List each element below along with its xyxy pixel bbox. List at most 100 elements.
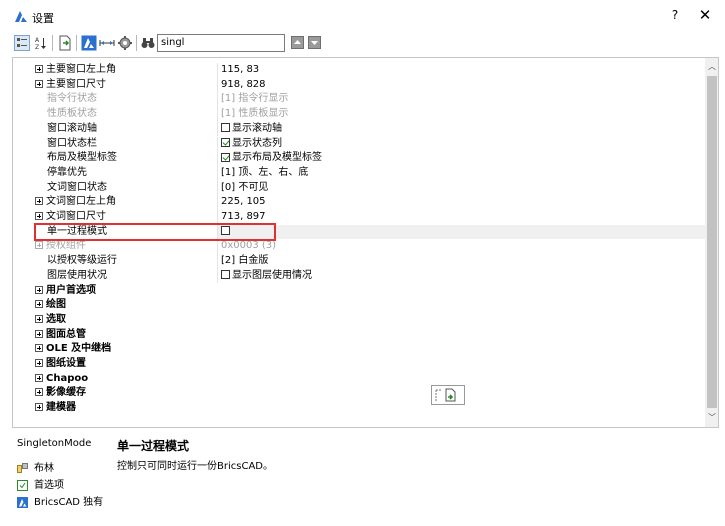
setting-row[interactable]: 指令行状态 [1] 指令行显示 [13, 92, 705, 108]
setting-value-cell[interactable]: [0] 不可见 [219, 181, 705, 196]
setting-value-cell[interactable]: [2] 白金版 [219, 254, 705, 269]
expand-plus-icon[interactable] [35, 197, 43, 206]
setting-name-label: 文词窗口状态 [47, 181, 107, 193]
expand-plus-icon[interactable] [35, 403, 43, 412]
boolean-type-icon [17, 462, 28, 473]
setting-category-row[interactable]: 图面总管 [13, 328, 705, 343]
setting-row[interactable]: 布局及模型标签 显示布局及模型标签 [13, 151, 705, 166]
setting-name-label: 窗口滚动轴 [47, 122, 97, 134]
setting-category-row[interactable]: 影像缓存 [13, 386, 705, 401]
setting-name-cell: 主要窗口尺寸 [13, 77, 218, 93]
setting-name-label: 窗口状态栏 [47, 137, 97, 149]
scroll-up-icon[interactable]: ︿ [705, 60, 718, 74]
setting-value-cell[interactable]: 显示滚动轴 [219, 122, 705, 137]
setting-category-row[interactable]: 建模器 [13, 401, 705, 416]
setting-checkbox[interactable] [221, 138, 230, 147]
setting-name-label: 文词窗口左上角 [46, 196, 116, 208]
setting-name-cell: 建模器 [13, 401, 705, 416]
setting-value-cell[interactable]: 显示图层使用情况 [219, 269, 705, 284]
setting-row[interactable]: 停靠优先 [1] 顶、左、右、底 [13, 165, 705, 181]
close-button[interactable]: ✕ [697, 6, 713, 24]
setting-category-row[interactable]: 图纸设置 [13, 357, 705, 372]
setting-row[interactable]: 文词窗口左上角 225, 105 [13, 195, 705, 210]
settings-property-grid: 主要窗口左上角 115, 83 主要窗口尺寸 918, 828 指令行状态 [1] 指令行… [12, 57, 719, 428]
expand-plus-icon[interactable] [35, 314, 43, 323]
expand-plus-icon[interactable] [35, 79, 43, 88]
setting-row[interactable]: 以授权等级运行 [2] 白金版 [13, 254, 705, 269]
expand-plus-icon[interactable] [35, 212, 43, 220]
setting-value-cell[interactable]: 918, 828 [219, 78, 705, 93]
setting-value-cell[interactable]: [1] 顶、左、右、底 [219, 166, 705, 181]
setting-row[interactable]: 性质板状态 [1] 性质板显示 [13, 107, 705, 122]
setting-name-label: 图纸设置 [46, 358, 86, 369]
setting-name-cell: 指令行状态 [13, 92, 218, 108]
setting-value-label: [0] 不可见 [221, 181, 269, 193]
setting-row[interactable]: 授权组件 0x0003 (3) [13, 239, 705, 255]
vertical-scrollbar[interactable]: ︿ ﹀ [705, 58, 718, 427]
dimension-icon[interactable] [99, 35, 115, 51]
setting-row[interactable]: 文词窗口状态 [0] 不可见 [13, 180, 705, 196]
setting-value-cell[interactable]: 显示状态列 [219, 137, 705, 152]
setting-category-row[interactable]: OLE 及中继档 [13, 342, 705, 357]
search-input[interactable]: singl [157, 34, 285, 52]
setting-value-cell[interactable]: 0x0003 (3) [219, 239, 705, 254]
scroll-down-icon[interactable]: ﹀ [705, 411, 718, 425]
setting-row[interactable]: 主要窗口左上角 115, 83 [13, 63, 705, 78]
setting-name-label: 主要窗口尺寸 [46, 78, 106, 90]
help-button[interactable]: ? [668, 8, 682, 22]
toolbar-separator [52, 35, 53, 51]
export-icon[interactable] [57, 35, 73, 51]
setting-name-cell: 影像缓存 [13, 386, 705, 401]
setting-value-cell[interactable]: [1] 指令行显示 [219, 92, 705, 107]
setting-name-label: OLE 及中继档 [46, 343, 112, 355]
setting-name-cell: 图面总管 [13, 328, 705, 343]
setting-value-label: 显示滚动轴 [232, 122, 282, 134]
setting-name-cell: 用户首选项 [13, 284, 705, 299]
expand-plus-icon[interactable] [35, 300, 43, 309]
setting-checkbox[interactable] [221, 152, 230, 162]
setting-value-cell[interactable]: 显示布局及模型标签 [219, 151, 705, 166]
expand-plus-icon[interactable] [35, 65, 43, 73]
expand-plus-icon[interactable] [35, 388, 43, 397]
categorized-view-icon[interactable] [14, 35, 30, 51]
setting-value-cell[interactable]: 225, 105 [219, 195, 705, 210]
expand-plus-icon[interactable] [35, 285, 43, 294]
setting-value-label: [2] 白金版 [221, 255, 269, 267]
setting-name-cell: 图层使用状况 [13, 268, 218, 284]
expand-plus-icon[interactable] [35, 241, 43, 250]
settings-gear-icon[interactable] [117, 35, 133, 51]
window-title: 设置 [32, 12, 54, 25]
expand-plus-icon[interactable] [35, 329, 43, 338]
setting-category-row[interactable]: Chapoo [13, 372, 705, 387]
setting-value-label: 918, 828 [221, 78, 266, 90]
setting-name-cell: 文词窗口状态 [13, 180, 218, 196]
setting-value-cell[interactable]: 713, 897 [219, 210, 705, 225]
setting-name-label: 以授权等级运行 [47, 255, 117, 267]
drag-handle-widget[interactable] [431, 385, 465, 405]
search-previous-button[interactable] [291, 36, 304, 49]
setting-value-cell[interactable]: 115, 83 [219, 63, 705, 78]
search-next-button[interactable] [308, 36, 321, 49]
setting-checkbox[interactable] [221, 123, 230, 133]
setting-row[interactable]: 窗口状态栏 显示状态列 [13, 136, 705, 152]
scroll-thumb[interactable] [707, 76, 717, 408]
expand-plus-icon[interactable] [35, 344, 43, 353]
alphabetical-view-icon[interactable]: A Z [33, 35, 49, 51]
setting-category-row[interactable]: 选取 [13, 313, 705, 328]
setting-value-cell[interactable]: [1] 性质板显示 [219, 107, 705, 122]
setting-row[interactable]: 图层使用状况 显示图层使用情况 [13, 268, 705, 284]
setting-value-cell[interactable] [219, 225, 705, 240]
setting-category-row[interactable]: 绘图 [13, 298, 705, 313]
expand-plus-icon[interactable] [35, 373, 43, 382]
bricscad-app-icon[interactable] [81, 35, 97, 51]
setting-checkbox[interactable] [221, 270, 230, 280]
setting-row[interactable]: 窗口滚动轴 显示滚动轴 [13, 121, 705, 137]
setting-name-label: 图层使用状况 [47, 269, 107, 281]
setting-value-label: 显示图层使用情况 [232, 269, 312, 281]
setting-name-cell: 主要窗口左上角 [13, 63, 218, 78]
expand-plus-icon[interactable] [35, 359, 43, 367]
binoculars-search-icon[interactable] [140, 35, 156, 51]
setting-category-row[interactable]: 用户首选项 [13, 284, 705, 299]
setting-row[interactable]: 主要窗口尺寸 918, 828 [13, 77, 705, 93]
setting-name-label: 布局及模型标签 [47, 152, 117, 164]
